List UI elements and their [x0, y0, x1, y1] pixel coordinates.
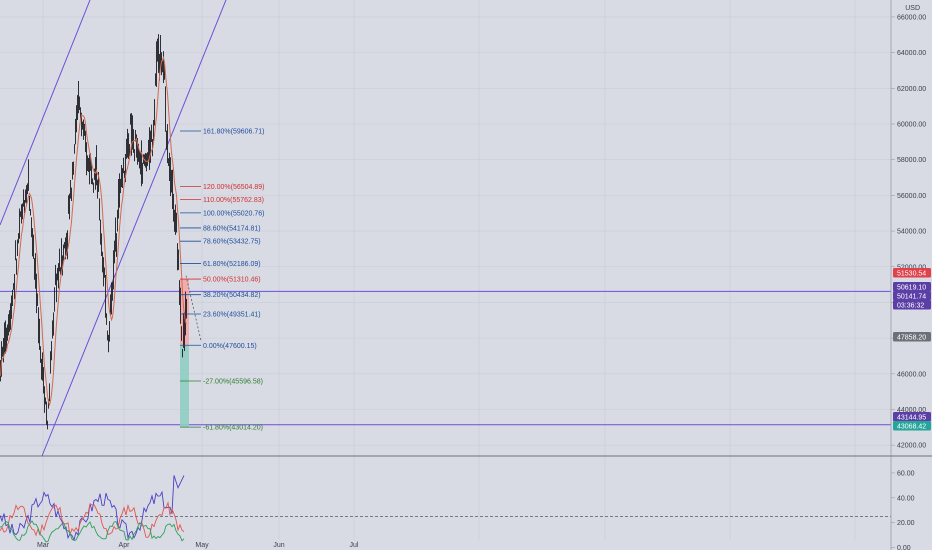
price-tag-label: 50141.74: [897, 294, 926, 301]
fib-level-label: 161.80%(59606.71): [203, 129, 265, 136]
price-tag-label: 43068.42: [897, 424, 926, 431]
fib-level-label: 88.60%(54174.81): [203, 225, 261, 232]
price-tick-label: 42000.00: [897, 443, 926, 450]
currency-label: USD: [905, 5, 920, 12]
indicator-tick-label: 0.00: [897, 545, 911, 550]
price-tag-label: 47858.20: [897, 335, 926, 342]
price-tick-label: 66000.00: [897, 14, 926, 21]
price-tick-label: 46000.00: [897, 371, 926, 378]
indicator-tick-label: 60.00: [897, 470, 915, 477]
price-tick-label: 60000.00: [897, 122, 926, 129]
chart-background: [0, 0, 932, 550]
price-tick-label: 54000.00: [897, 229, 926, 236]
price-tick-label: 62000.00: [897, 86, 926, 93]
price-tag-label: 43144.95: [897, 415, 926, 422]
indicator-tick-label: 20.00: [897, 520, 915, 527]
price-tick-label: 56000.00: [897, 193, 926, 200]
time-tick-label: Jul: [350, 542, 359, 549]
chart-canvas[interactable]: 161.80%(59606.71) 120.00%(56504.89) 110.00…: [0, 0, 932, 550]
fib-level-label: 0.00%(47600.15): [203, 343, 257, 350]
fib-level-label: -61.80%(43014.20): [203, 425, 263, 432]
time-tick-label: Mar: [37, 542, 50, 549]
fib-level-label: 100.00%(55020.76): [203, 210, 265, 217]
fib-level-label: -27.00%(45596.58): [203, 379, 263, 386]
fib-level-label: 61.80%(52186.09): [203, 261, 261, 268]
price-tag-label: 03:36:32: [897, 303, 924, 310]
fib-level-label: 120.00%(56504.89): [203, 184, 265, 191]
fib-level-label: 38.20%(50434.82): [203, 292, 261, 299]
trading-chart-window: 161.80%(59606.71) 120.00%(56504.89) 110.00…: [0, 0, 932, 550]
price-tick-label: 58000.00: [897, 157, 926, 164]
fib-level-label: 23.60%(49351.41): [203, 312, 261, 319]
price-tag-label: 51530.54: [897, 271, 926, 278]
fib-level-label: 110.00%(55762.83): [203, 197, 264, 204]
fib-level-label: 78.60%(53432.75): [203, 239, 261, 246]
reward-box: [180, 345, 189, 428]
target-boxes: [180, 279, 189, 428]
price-tick-label: 64000.00: [897, 50, 926, 57]
price-tag-label: 50619.10: [897, 285, 926, 292]
time-tick-label: Jun: [273, 542, 284, 549]
fib-level-label: 50.00%(51310.46): [203, 277, 261, 284]
time-tick-label: May: [195, 542, 209, 549]
time-tick-label: Apr: [119, 542, 131, 549]
indicator-tick-label: 40.00: [897, 495, 915, 502]
